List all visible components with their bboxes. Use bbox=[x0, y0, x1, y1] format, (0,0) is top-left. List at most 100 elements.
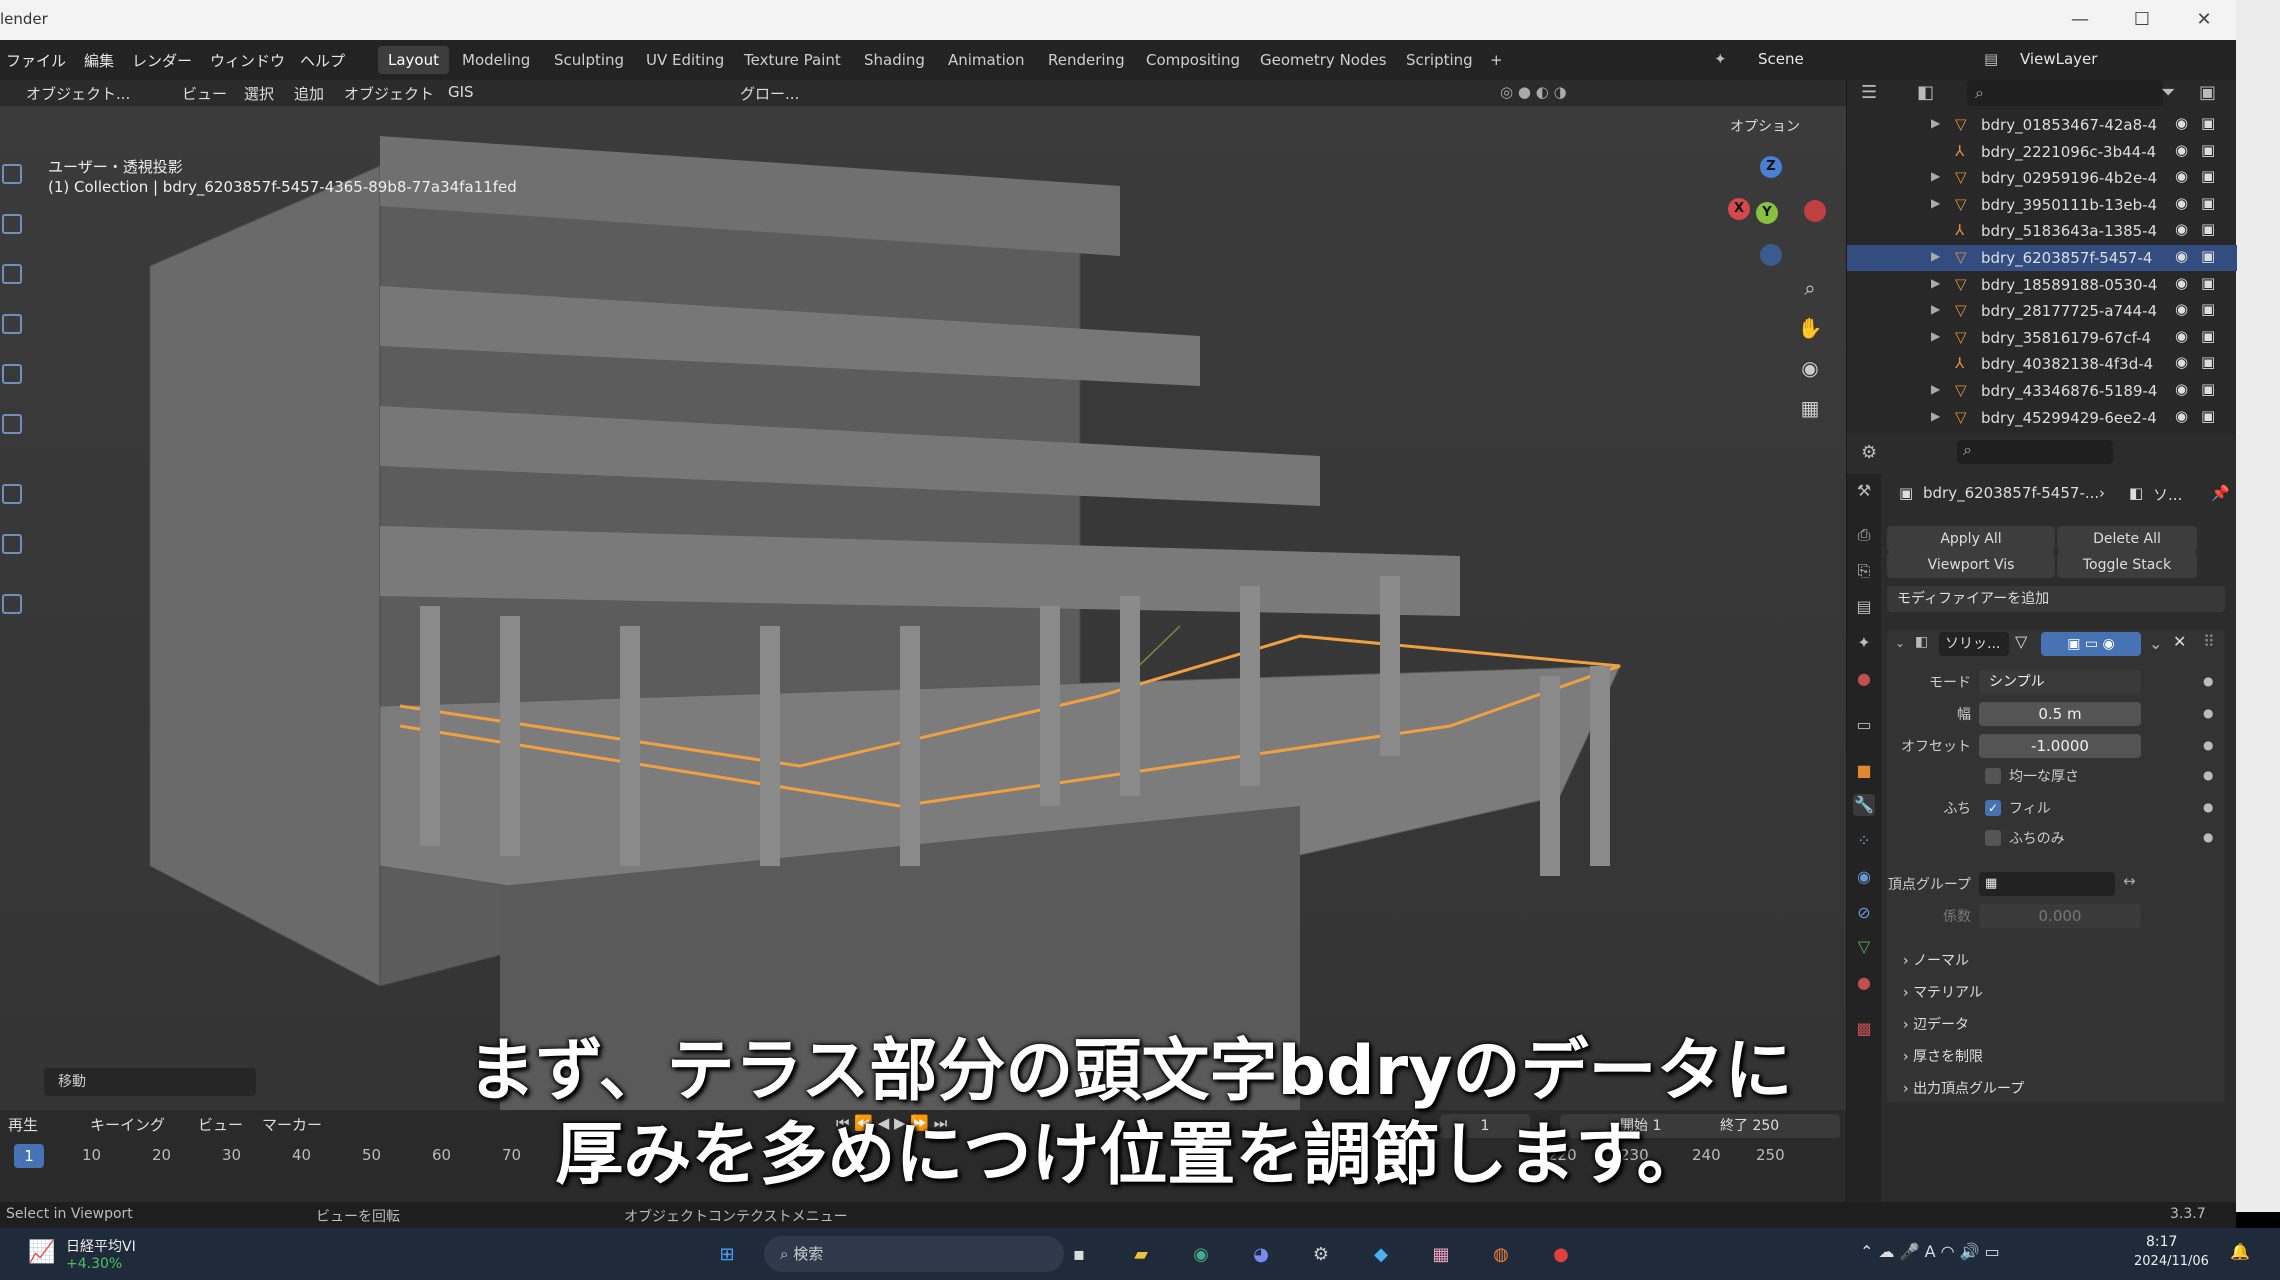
outliner-editor-icon[interactable]: ☰ bbox=[1861, 82, 1877, 103]
tab-geometry-nodes[interactable]: Geometry Nodes bbox=[1250, 46, 1397, 74]
modifier-name-field[interactable]: ソリッ... bbox=[1939, 632, 2009, 656]
taskbar-search-input[interactable]: ⌕ 検索 bbox=[764, 1236, 1064, 1272]
material-tab-icon[interactable]: ● bbox=[1853, 972, 1875, 994]
tab-modeling[interactable]: Modeling bbox=[452, 46, 540, 74]
view-layer-tab-icon[interactable]: ▤ bbox=[1853, 596, 1875, 618]
tab-compositing[interactable]: Compositing bbox=[1136, 46, 1250, 74]
eye-icon[interactable]: ◉ bbox=[2175, 353, 2188, 371]
file-explorer-icon[interactable]: ▰ bbox=[1126, 1240, 1156, 1270]
notification-bell-icon[interactable]: 🔔 bbox=[2230, 1242, 2250, 1261]
eye-icon[interactable]: ◉ bbox=[2175, 167, 2188, 185]
menu-view[interactable]: ビュー bbox=[182, 83, 227, 104]
view-layer-icon[interactable]: ▤ bbox=[1984, 50, 1998, 68]
menu-keying[interactable]: キーイング bbox=[90, 1114, 165, 1135]
tab-layout[interactable]: Layout bbox=[378, 46, 449, 74]
menu-window[interactable]: ウィンドウ bbox=[210, 50, 285, 71]
camera-render-icon[interactable]: ▣ bbox=[2201, 353, 2215, 371]
eye-icon[interactable]: ◉ bbox=[2175, 194, 2188, 212]
outliner-row[interactable]: ▶ ▽ bdry_01853467-42a8-4 ◉ ▣ bbox=[1847, 112, 2237, 138]
camera-render-icon[interactable]: ▣ bbox=[2201, 380, 2215, 398]
add-modifier-dropdown[interactable]: モディファイアーを追加 bbox=[1887, 586, 2225, 612]
viewport-vis-button[interactable]: Viewport Vis bbox=[1887, 552, 2055, 578]
vertex-group-field[interactable]: ▦ bbox=[1979, 872, 2115, 896]
shading-modes-icon[interactable]: ◎ ● ◐ ◑ bbox=[1500, 83, 1567, 101]
expand-arrow-icon[interactable]: ▶ bbox=[1931, 329, 1940, 343]
outliner-row[interactable]: ▶ ▽ bdry_6203857f-5457-4 ◉ ▣ bbox=[1847, 245, 2237, 271]
subpanel-normals[interactable]: › ノーマル bbox=[1903, 950, 1969, 970]
scene-tab-icon[interactable]: ✦ bbox=[1853, 632, 1875, 654]
filter-icon[interactable]: ⏷ bbox=[2161, 82, 2175, 103]
rotate-tool-icon[interactable] bbox=[2, 314, 22, 334]
data-tab-icon[interactable]: ▽ bbox=[1853, 936, 1875, 958]
zoom-icon[interactable]: ⌕ bbox=[1796, 274, 1824, 302]
outliner-row[interactable]: ▶ ▽ bdry_18589188-0530-4 ◉ ▣ bbox=[1847, 272, 2237, 298]
scene-icon[interactable]: ✦ bbox=[1714, 50, 1727, 68]
start-menu-icon[interactable]: ⊞ bbox=[712, 1240, 742, 1270]
eye-icon[interactable]: ◉ bbox=[2175, 274, 2188, 292]
output-tab-icon[interactable]: ⎘ bbox=[1853, 560, 1875, 582]
remove-modifier-icon[interactable]: ✕ bbox=[2173, 632, 2186, 651]
ortho-grid-icon[interactable]: ▦ bbox=[1796, 394, 1824, 422]
factor-field[interactable]: 0.000 bbox=[1979, 904, 2141, 928]
expand-arrow-icon[interactable]: ▶ bbox=[1931, 382, 1940, 396]
drag-handle-icon[interactable]: ⠿ bbox=[2203, 632, 2215, 651]
tab-shading[interactable]: Shading bbox=[854, 46, 935, 74]
chrome-icon[interactable]: ◉ bbox=[1186, 1240, 1216, 1270]
gizmo-z-axis[interactable]: Z bbox=[1760, 156, 1782, 178]
properties-editor-icon[interactable]: ⚙ bbox=[1861, 442, 1877, 463]
scene-name[interactable]: Scene bbox=[1758, 50, 1804, 68]
subpanel-thickness-clamp[interactable]: › 厚さを制限 bbox=[1903, 1046, 1983, 1066]
menu-edit[interactable]: 編集 bbox=[84, 50, 114, 71]
subpanel-materials[interactable]: › マテリアル bbox=[1903, 982, 1983, 1002]
physics-tab-icon[interactable]: ◉ bbox=[1853, 866, 1875, 888]
tab-sculpting[interactable]: Sculpting bbox=[544, 46, 634, 74]
tab-scripting[interactable]: Scripting bbox=[1396, 46, 1483, 74]
camera-render-icon[interactable]: ▣ bbox=[2201, 194, 2215, 212]
keyframe-dot-icon[interactable]: ● bbox=[2203, 768, 2213, 782]
rim-only-checkbox[interactable] bbox=[1985, 830, 2001, 846]
tab-rendering[interactable]: Rendering bbox=[1038, 46, 1135, 74]
tab-animation[interactable]: Animation bbox=[938, 46, 1034, 74]
pan-hand-icon[interactable]: ✋ bbox=[1796, 314, 1824, 342]
particles-tab-icon[interactable]: ⁘ bbox=[1853, 830, 1875, 852]
camera-render-icon[interactable]: ▣ bbox=[2201, 220, 2215, 238]
outliner-row[interactable]: ▶ ▽ bdry_43346876-5189-4 ◉ ▣ bbox=[1847, 378, 2237, 404]
tool-tab-icon[interactable]: ⚒ bbox=[1853, 480, 1875, 502]
gizmo-neg-z-axis[interactable] bbox=[1760, 244, 1782, 266]
select-tool-icon[interactable] bbox=[2, 164, 22, 184]
keyframe-dot-icon[interactable]: ● bbox=[2203, 830, 2213, 844]
keyframe-dot-icon[interactable]: ● bbox=[2203, 800, 2213, 814]
scale-tool-icon[interactable] bbox=[2, 364, 22, 384]
apply-all-button[interactable]: Apply All bbox=[1887, 526, 2055, 552]
expand-arrow-icon[interactable]: ▶ bbox=[1931, 302, 1940, 316]
task-view-icon[interactable]: ▪ bbox=[1064, 1240, 1094, 1270]
menu-timeline-view[interactable]: ビュー bbox=[198, 1114, 243, 1135]
camera-render-icon[interactable]: ▣ bbox=[2201, 300, 2215, 318]
current-frame-indicator[interactable]: 1 bbox=[14, 1144, 44, 1168]
render-tab-icon[interactable]: ⎙ bbox=[1853, 524, 1875, 546]
keyframe-dot-icon[interactable]: ● bbox=[2203, 706, 2213, 720]
tab-texture-paint[interactable]: Texture Paint bbox=[734, 46, 851, 74]
move-tool-icon[interactable] bbox=[2, 264, 22, 284]
add-cube-tool-icon[interactable] bbox=[2, 594, 22, 614]
menu-file[interactable]: ファイル bbox=[6, 50, 66, 71]
tab-uv-editing[interactable]: UV Editing bbox=[636, 46, 734, 74]
outliner-row[interactable]: ▶ ▽ bdry_35816179-67cf-4 ◉ ▣ bbox=[1847, 325, 2237, 351]
new-collection-icon[interactable]: ▣ bbox=[2199, 82, 2216, 103]
dropdown-chevron-icon[interactable]: ⌄ bbox=[2149, 634, 2162, 653]
width-field[interactable]: 0.5 m bbox=[1979, 702, 2141, 726]
menu-help[interactable]: ヘルプ bbox=[300, 50, 345, 71]
eye-icon[interactable]: ◉ bbox=[2175, 141, 2188, 159]
mode-dropdown[interactable]: シンプル bbox=[1979, 670, 2141, 694]
system-tray-icons[interactable]: ⌃ ☁ 🎤 A ◠ 🔊 ▭ bbox=[1860, 1242, 2000, 1261]
outliner-row[interactable]: ⅄ bdry_40382138-4f3d-4 ◉ ▣ bbox=[1847, 351, 2237, 377]
properties-search-input[interactable]: ⌕ bbox=[1957, 440, 2113, 464]
expand-arrow-icon[interactable]: ▶ bbox=[1931, 116, 1940, 130]
collection-tab-icon[interactable]: ▭ bbox=[1853, 714, 1875, 736]
cursor-tool-icon[interactable] bbox=[2, 214, 22, 234]
modifier-tab-icon[interactable]: 🔧 bbox=[1853, 794, 1875, 816]
rim-fill-checkbox[interactable]: ✓ bbox=[1985, 800, 2001, 816]
collapse-chevron-icon[interactable]: ⌄ bbox=[1895, 636, 1905, 650]
outliner-row[interactable]: ⅄ bdry_2221096c-3b44-4 ◉ ▣ bbox=[1847, 139, 2237, 165]
visibility-toggles-icon[interactable]: ▣ ▭ ◉ bbox=[2041, 632, 2141, 656]
